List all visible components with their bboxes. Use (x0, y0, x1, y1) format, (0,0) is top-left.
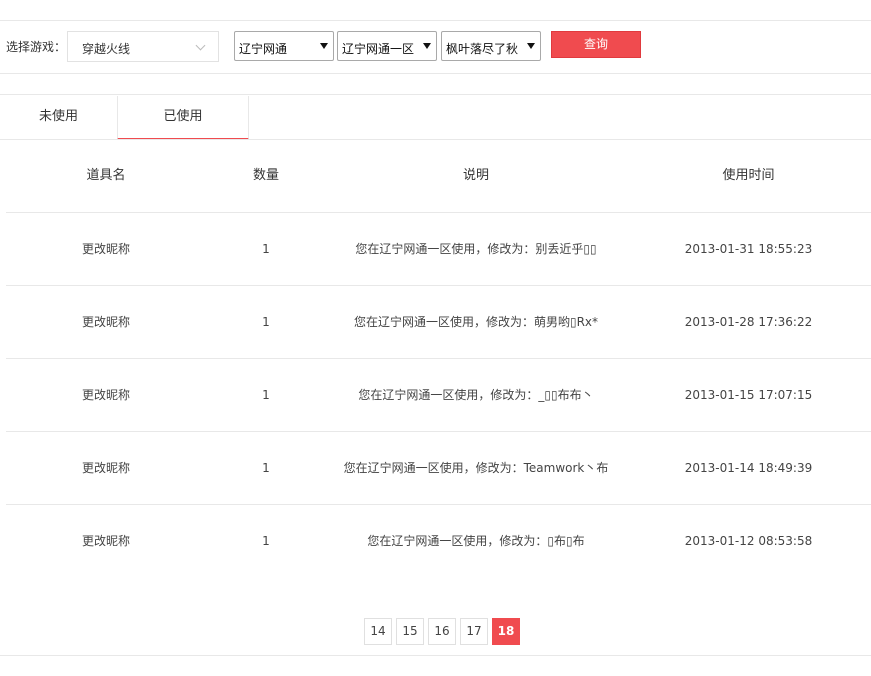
usage-table: 道具名 数量 说明 使用时间 更改昵称 1 您在辽宁网通一区使用，修改为：别丢近… (6, 140, 871, 578)
filter-divider (0, 73, 871, 74)
cell-item-name: 更改昵称 (81, 242, 130, 256)
dropdown-arrow-icon (527, 43, 535, 49)
game-select[interactable]: 穿越火线 (67, 31, 219, 62)
page-button-15[interactable]: 15 (396, 618, 424, 645)
table-row: 更改昵称 1 您在辽宁网通一区使用，修改为：萌男哟▯Rx* 2013-01-28… (6, 286, 871, 359)
dropdown-arrow-icon (320, 43, 328, 49)
cell-item-name: 更改昵称 (81, 461, 130, 475)
cell-use-time: 2013-01-31 18:55:23 (684, 242, 813, 256)
header-use-time: 使用时间 (722, 168, 775, 183)
table-header-row: 道具名 数量 说明 使用时间 (6, 140, 871, 213)
tab-used[interactable]: 已使用 (117, 96, 249, 140)
cell-description: 您在辽宁网通一区使用，修改为：Teamwork丶布 (343, 461, 609, 475)
table-row: 更改昵称 1 您在辽宁网通一区使用，修改为：▯布▯布 2013-01-12 08… (6, 505, 871, 578)
server-dropdown-value: 辽宁网通一区 (342, 42, 415, 56)
region-dropdown[interactable]: 辽宁网通 (234, 31, 334, 61)
cell-description: 您在辽宁网通一区使用，修改为：▯布▯布 (367, 534, 585, 548)
cell-use-time: 2013-01-14 18:49:39 (684, 461, 813, 475)
role-dropdown-value: 枫叶落尽了秋 (446, 42, 519, 56)
cell-quantity: 1 (262, 534, 270, 548)
role-dropdown[interactable]: 枫叶落尽了秋 (441, 31, 541, 61)
top-divider (0, 20, 871, 21)
cell-description: 您在辽宁网通一区使用，修改为：别丢近乎▯▯ (355, 242, 597, 256)
bottom-divider (0, 655, 871, 656)
chevron-down-icon (195, 40, 206, 51)
server-dropdown[interactable]: 辽宁网通一区 (337, 31, 437, 61)
cell-use-time: 2013-01-28 17:36:22 (684, 315, 813, 329)
page-button-16[interactable]: 16 (428, 618, 456, 645)
cell-description: 您在辽宁网通一区使用，修改为：_▯▯布布丶 (358, 388, 594, 402)
tabs-top-divider (0, 94, 871, 95)
table-row: 更改昵称 1 您在辽宁网通一区使用，修改为：_▯▯布布丶 2013-01-15 … (6, 359, 871, 432)
table-row: 更改昵称 1 您在辽宁网通一区使用，修改为：Teamwork丶布 2013-01… (6, 432, 871, 505)
dropdown-arrow-icon (423, 43, 431, 49)
cell-item-name: 更改昵称 (81, 534, 130, 548)
page-button-17[interactable]: 17 (460, 618, 488, 645)
cell-description: 您在辽宁网通一区使用，修改为：萌男哟▯Rx* (353, 315, 599, 329)
game-select-value: 穿越火线 (82, 42, 131, 56)
header-quantity: 数量 (252, 168, 279, 183)
game-select-label: 选择游戏： (6, 40, 67, 54)
cell-quantity: 1 (262, 242, 270, 256)
cell-item-name: 更改昵称 (81, 315, 130, 329)
page-button-18-current[interactable]: 18 (492, 618, 520, 645)
cell-use-time: 2013-01-12 08:53:58 (684, 534, 813, 548)
cell-quantity: 1 (262, 461, 270, 475)
header-item-name: 道具名 (86, 168, 126, 183)
cell-quantity: 1 (262, 388, 270, 402)
cell-use-time: 2013-01-15 17:07:15 (684, 388, 813, 402)
table-row: 更改昵称 1 您在辽宁网通一区使用，修改为：别丢近乎▯▯ 2013-01-31 … (6, 213, 871, 286)
tab-unused[interactable]: 未使用 (0, 96, 117, 140)
query-button[interactable]: 查询 (551, 31, 641, 58)
cell-quantity: 1 (262, 315, 270, 329)
header-description: 说明 (462, 168, 489, 183)
page-button-14[interactable]: 14 (364, 618, 392, 645)
pagination: 14 15 16 17 18 (364, 618, 520, 645)
region-dropdown-value: 辽宁网通 (239, 42, 288, 56)
cell-item-name: 更改昵称 (81, 388, 130, 402)
